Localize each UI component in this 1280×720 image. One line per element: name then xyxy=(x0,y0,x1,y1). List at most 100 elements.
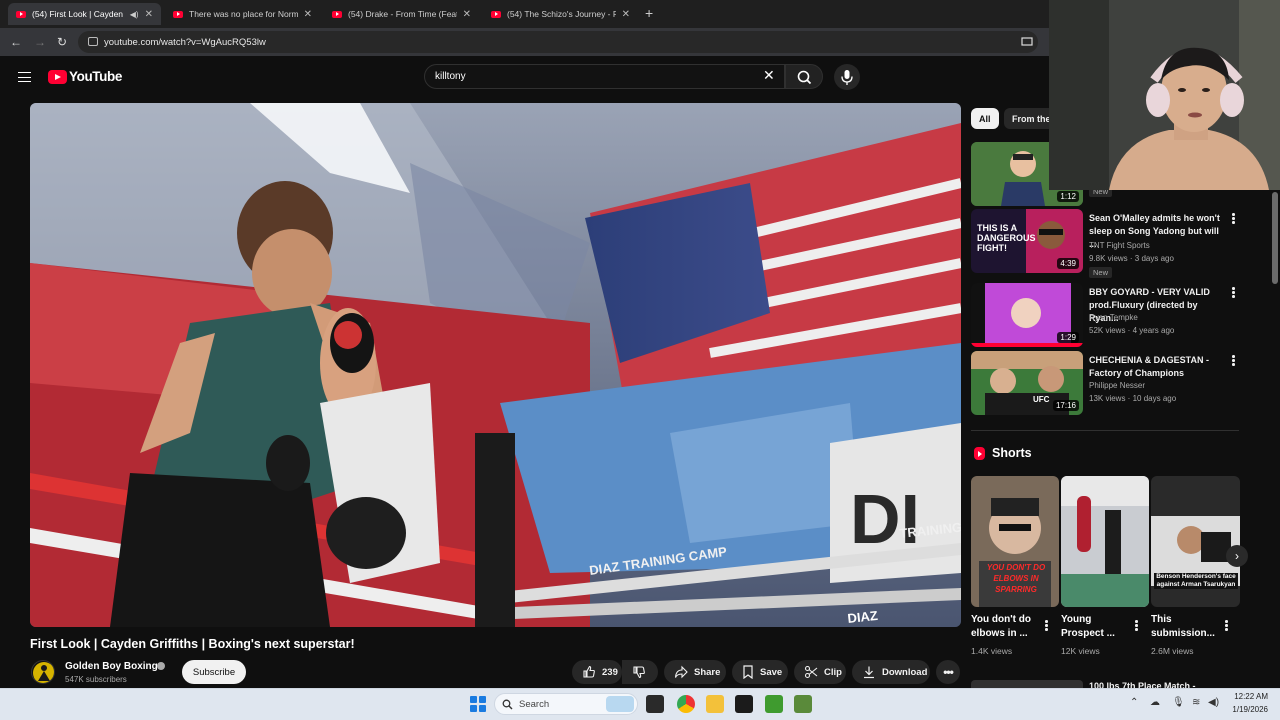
clock-date[interactable]: 1/19/2026 xyxy=(1226,705,1268,714)
file-explorer-icon[interactable] xyxy=(706,695,724,713)
video-player[interactable]: DI DIAZ TRAINING CAMP TRAINING DIAZ xyxy=(30,103,961,627)
save-label: Save xyxy=(760,666,783,678)
short-thumbnail[interactable]: Benson Henderson's face against Arman Ts… xyxy=(1151,476,1240,607)
share-button[interactable]: Share xyxy=(664,660,726,684)
short-views: 2.6M views xyxy=(1151,646,1194,656)
recommendation-item[interactable]: THIS IS A DANGEROUS FIGHT! 4:39 Sean O'M… xyxy=(971,209,1241,278)
recommendation-channel[interactable]: TNT Fight Sports xyxy=(1089,241,1150,250)
shorts-heading: Shorts xyxy=(992,446,1032,460)
short-title[interactable]: Young Prospect ... xyxy=(1061,613,1133,641)
short-title[interactable]: This submission... xyxy=(1151,613,1223,641)
back-icon[interactable]: ← xyxy=(10,35,22,49)
short-title[interactable]: You don't do elbows in ... xyxy=(971,613,1043,641)
browser-tab[interactable]: (54) First Look | Cayden Gri ◀) ✕ xyxy=(8,3,161,25)
cast-icon[interactable] xyxy=(1021,36,1033,50)
search-input[interactable]: killtony xyxy=(424,64,785,89)
tab-title: There was no place for Norm - xyxy=(189,9,298,19)
new-tab-icon[interactable]: + xyxy=(645,5,653,21)
chevron-up-icon[interactable]: ⌃ xyxy=(1130,697,1138,708)
search-icon xyxy=(502,699,513,710)
new-badge: New xyxy=(1089,267,1113,278)
recommendation-thumbnail[interactable]: UFC 17:16 xyxy=(971,351,1083,415)
recommendation-channel[interactable]: Ryan Tempke xyxy=(1089,313,1138,322)
more-vertical-icon[interactable] xyxy=(1232,287,1235,299)
search-icon xyxy=(797,70,812,85)
recommendation-title[interactable]: CHECHENIA & DAGESTAN - Factory of Champi… xyxy=(1089,354,1227,380)
recommendation-item[interactable]: 1:29 BBY GOYARD - VERY VALID prod.Fluxur… xyxy=(971,283,1241,347)
short-thumbnail[interactable] xyxy=(1061,476,1149,607)
short-overlay-text: YOU DON'T DO ELBOWS IN SPARRING xyxy=(986,563,1046,594)
download-icon xyxy=(864,666,874,679)
clip-button[interactable]: Clip xyxy=(794,660,846,684)
tab-title: (54) Drake - From Time (Feat. Jh xyxy=(348,9,457,19)
more-horizontal-icon: ••• xyxy=(943,665,954,679)
recommendation-thumbnail[interactable]: THIS IS A DANGEROUS FIGHT! 4:39 xyxy=(971,209,1083,273)
recommendation-item[interactable]: UFC 17:16 CHECHENIA & DAGESTAN - Factory… xyxy=(971,351,1241,415)
share-label: Share xyxy=(694,666,721,678)
minecraft-launcher-icon[interactable] xyxy=(794,695,812,713)
more-vertical-icon[interactable] xyxy=(1045,620,1048,632)
youtube-favicon-icon xyxy=(173,10,183,18)
microphone-icon xyxy=(841,70,853,85)
short-overlay-text: Benson Henderson's face against Arman Ts… xyxy=(1154,573,1238,589)
search-highlight-icon xyxy=(606,696,634,712)
youtube-logo-icon[interactable] xyxy=(48,70,67,84)
recommendation-thumbnail[interactable]: 1:29 xyxy=(971,283,1083,347)
more-vertical-icon[interactable] xyxy=(1225,620,1228,632)
chip-all[interactable]: All xyxy=(971,108,999,129)
volume-icon[interactable]: ◀) xyxy=(1208,697,1219,708)
tab-close-icon[interactable]: ✕ xyxy=(463,9,471,20)
site-info-icon[interactable] xyxy=(88,37,98,46)
task-view-icon[interactable] xyxy=(646,695,664,713)
scissors-icon xyxy=(804,665,818,679)
clear-search-icon[interactable]: ✕ xyxy=(763,68,775,82)
windows-taskbar xyxy=(0,688,1280,720)
dislike-button[interactable] xyxy=(622,660,658,684)
microphone-icon[interactable]: 🎙 xyxy=(1172,697,1185,708)
wifi-icon[interactable]: ≋ xyxy=(1192,697,1200,708)
menu-icon[interactable] xyxy=(18,72,31,82)
thumbnail-text: THIS IS A DANGEROUS FIGHT! xyxy=(977,223,1036,253)
clip-label: Clip xyxy=(824,666,842,678)
short-views: 12K views xyxy=(1061,646,1100,656)
voice-search-button[interactable] xyxy=(834,64,860,90)
chevron-right-icon[interactable]: › xyxy=(1226,545,1248,567)
terminal-app-icon[interactable] xyxy=(735,695,753,713)
browser-tab[interactable]: (54) The Schizo's Journey - Fro ✕ xyxy=(483,3,638,25)
url-field[interactable]: youtube.com/watch?v=WgAucRQ53lw xyxy=(78,31,1038,53)
clock-time[interactable]: 12:22 AM xyxy=(1232,692,1268,701)
video-duration: 4:39 xyxy=(1057,258,1079,269)
forward-icon[interactable]: → xyxy=(34,35,46,49)
more-actions-button[interactable]: ••• xyxy=(936,660,960,684)
download-button[interactable]: Download xyxy=(852,660,930,684)
search-button[interactable] xyxy=(785,64,823,89)
channel-name[interactable]: Golden Boy Boxing xyxy=(65,661,158,672)
save-button[interactable]: Save xyxy=(732,660,788,684)
browser-tab[interactable]: There was no place for Norm - ✕ xyxy=(165,3,320,25)
channel-avatar[interactable] xyxy=(31,660,55,684)
video-frame: DI DIAZ TRAINING CAMP TRAINING DIAZ xyxy=(30,103,961,627)
more-vertical-icon[interactable] xyxy=(1232,213,1235,225)
more-vertical-icon[interactable] xyxy=(1232,355,1235,367)
minecraft-icon[interactable] xyxy=(765,695,783,713)
reload-icon[interactable]: ↻ xyxy=(57,35,67,49)
chrome-icon[interactable] xyxy=(677,695,695,713)
short-thumbnail[interactable]: YOU DON'T DO ELBOWS IN SPARRING xyxy=(971,476,1059,607)
youtube-logo-text[interactable]: YouTube xyxy=(69,69,122,84)
tab-close-icon[interactable]: ✕ xyxy=(304,9,312,20)
recommendation-meta: 9.8K views · 3 days ago xyxy=(1089,254,1174,263)
more-vertical-icon[interactable] xyxy=(1135,620,1138,632)
tab-close-icon[interactable]: ✕ xyxy=(145,9,153,20)
like-button[interactable]: 239 xyxy=(572,660,622,684)
recommendation-meta: 52K views · 4 years ago xyxy=(1089,326,1175,335)
subscribe-button[interactable]: Subscribe xyxy=(182,660,246,684)
cloud-icon[interactable]: ☁ xyxy=(1150,697,1160,708)
thumbnail-text: UFC xyxy=(1033,395,1050,404)
page-scrollbar-thumb[interactable] xyxy=(1272,192,1278,284)
tab-close-icon[interactable]: ✕ xyxy=(622,9,630,20)
browser-tab[interactable]: (54) Drake - From Time (Feat. Jh ✕ xyxy=(324,3,479,25)
video-duration: 1:12 xyxy=(1057,191,1079,202)
windows-start-icon[interactable] xyxy=(470,696,486,712)
recommendation-channel[interactable]: Philippe Nesser xyxy=(1089,381,1145,390)
video-overlay-text: DIAZ xyxy=(847,608,879,626)
